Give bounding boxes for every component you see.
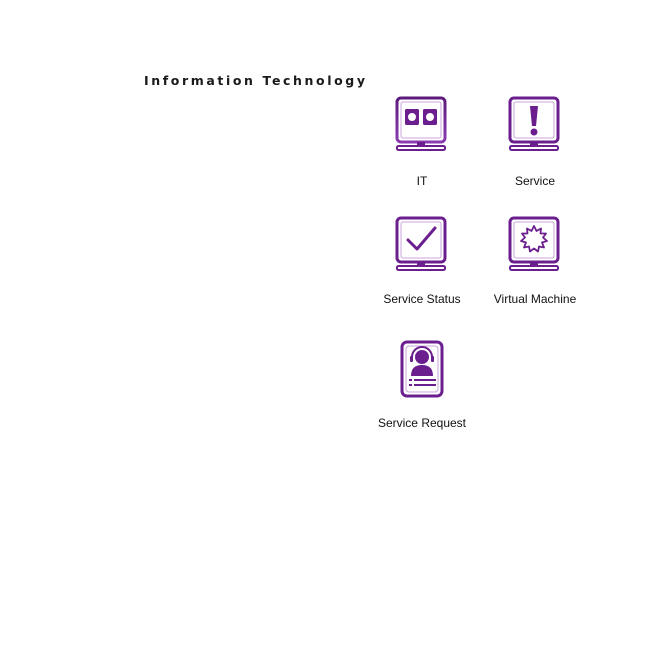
section-title: Information Technology: [144, 73, 368, 88]
tile-label: Service Status: [383, 292, 461, 306]
tile-service-request[interactable]: Service Request: [362, 340, 482, 430]
check-monitor-icon: [395, 216, 447, 271]
gear-monitor-icon: [508, 216, 560, 271]
tile-virtual-machine[interactable]: Virtual Machine: [475, 216, 595, 306]
tile-label: IT: [416, 174, 428, 188]
tile-label: Service Request: [377, 416, 467, 430]
tile-it[interactable]: IT: [362, 96, 482, 188]
tile-label: Service: [514, 174, 555, 188]
tile-service-status[interactable]: Service Status: [362, 216, 482, 306]
support-agent-icon: [400, 340, 444, 398]
alert-monitor-icon: [508, 96, 560, 151]
tile-label: Virtual Machine: [493, 292, 577, 306]
tile-service[interactable]: Service: [475, 96, 595, 188]
server-monitor-icon: [395, 96, 447, 151]
